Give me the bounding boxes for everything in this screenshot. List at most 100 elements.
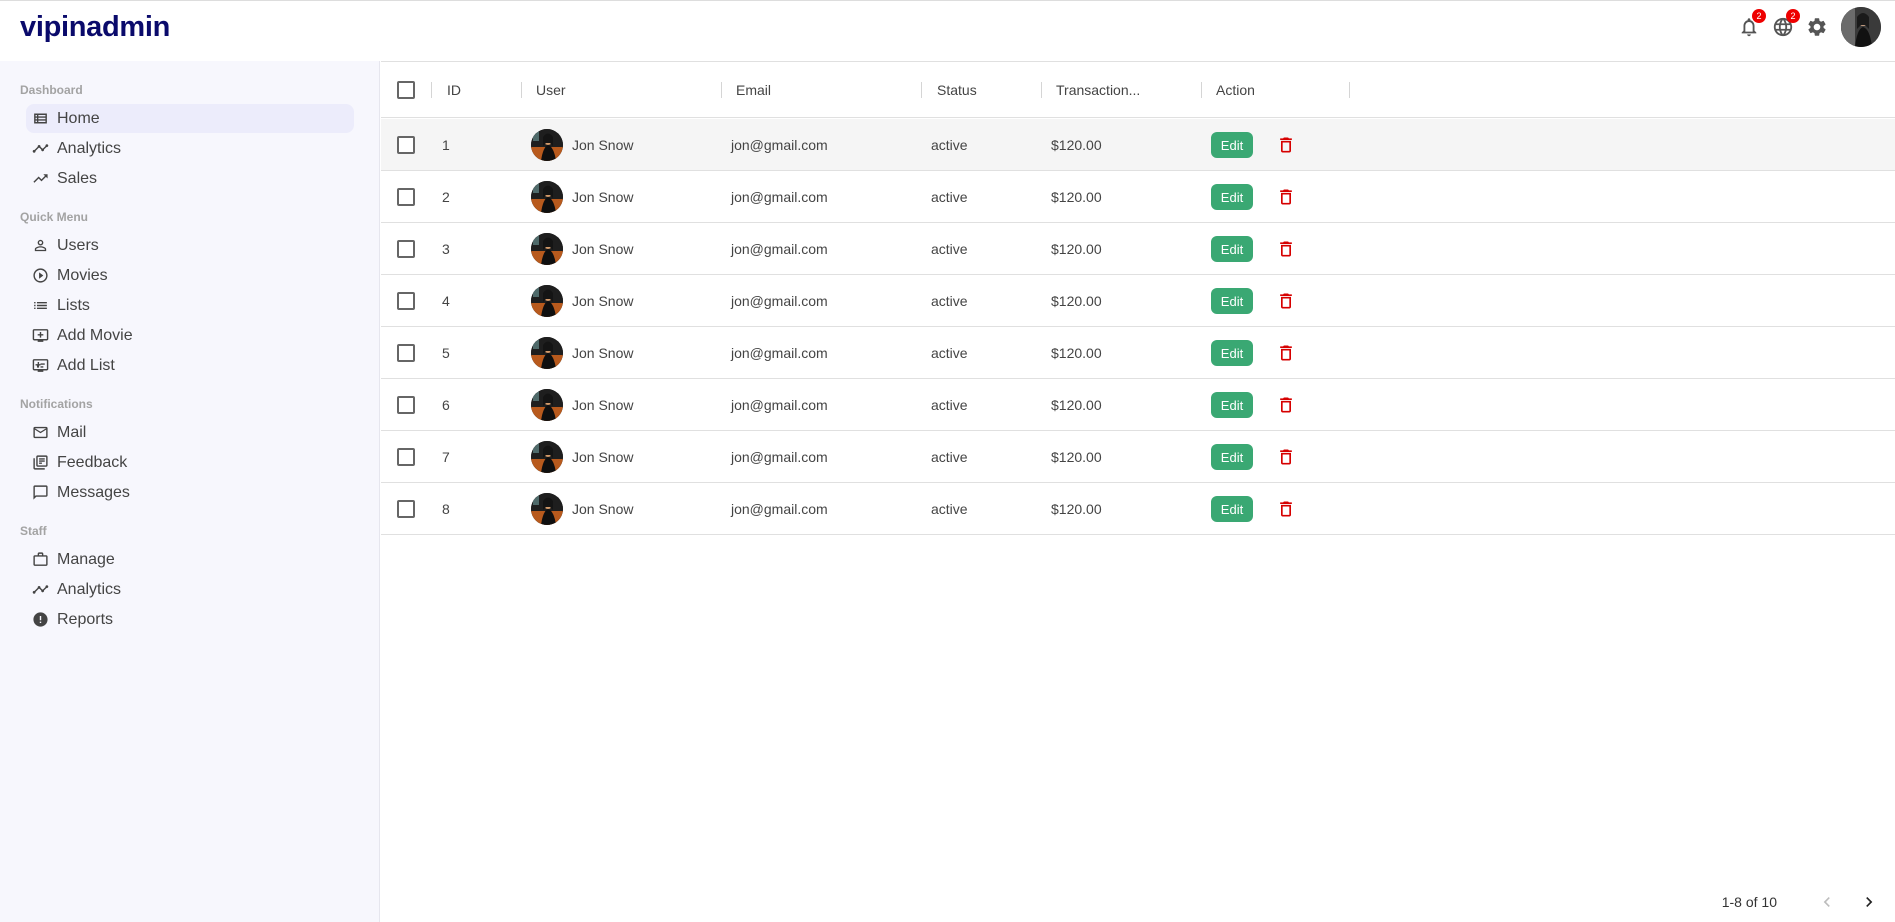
sidebar-item-label: Lists [57, 296, 90, 314]
sidebar-item-manage[interactable]: Manage [26, 545, 354, 574]
trash-icon[interactable] [1276, 134, 1296, 156]
sidebar-item-reports[interactable]: Reports [26, 605, 354, 634]
app-logo[interactable]: vipinadmin [20, 11, 170, 44]
cell-user: Jon Snow [531, 379, 633, 431]
sidebar-item-add-movie[interactable]: Add Movie [26, 321, 354, 350]
notifications-badge: 2 [1752, 9, 1766, 23]
cell-action: Edit [1211, 483, 1296, 535]
user-name: Jon Snow [572, 345, 634, 361]
column-separator[interactable] [521, 82, 522, 98]
cell-status: active [931, 345, 968, 361]
row-checkbox-cell [397, 119, 415, 171]
table-row[interactable]: 1 Jon Snow jon@gmail.com active $120.00 Edit [381, 119, 1895, 171]
edit-button[interactable]: Edit [1211, 184, 1253, 210]
sidebar-item-label: Manage [57, 550, 115, 568]
trash-icon[interactable] [1276, 238, 1296, 260]
cell-action: Edit [1211, 171, 1296, 223]
row-checkbox[interactable] [397, 396, 415, 414]
column-header-user[interactable]: User [536, 62, 566, 118]
user-avatar [531, 181, 563, 213]
column-header-transaction[interactable]: Transaction... [1056, 62, 1140, 118]
previous-page-button[interactable] [1815, 890, 1839, 914]
sidebar-item-label: Reports [57, 610, 114, 628]
column-header-action[interactable]: Action [1216, 62, 1255, 118]
column-separator[interactable] [1201, 82, 1202, 98]
row-checkbox[interactable] [397, 292, 415, 310]
select-all-checkbox[interactable] [397, 81, 415, 99]
row-checkbox[interactable] [397, 240, 415, 258]
row-checkbox[interactable] [397, 188, 415, 206]
cell-action: Edit [1211, 327, 1296, 379]
table-row[interactable]: 5 Jon Snow jon@gmail.com active $120.00 Edit [381, 327, 1895, 379]
sidebar-item-sales[interactable]: Sales [26, 164, 354, 193]
table-row[interactable]: 2 Jon Snow jon@gmail.com active $120.00 Edit [381, 171, 1895, 223]
sidebar-item-label: Mail [57, 423, 87, 441]
column-separator[interactable] [721, 82, 722, 98]
notifications-button[interactable]: 2 [1737, 9, 1766, 39]
column-header-id[interactable]: ID [447, 62, 461, 118]
list-icon [34, 301, 47, 310]
edit-button[interactable]: Edit [1211, 496, 1253, 522]
sidebar-item-label: Home [57, 109, 100, 127]
column-separator[interactable] [1041, 82, 1042, 98]
table-row[interactable]: 3 Jon Snow jon@gmail.com active $120.00 Edit [381, 223, 1895, 275]
row-checkbox[interactable] [397, 136, 415, 154]
next-page-button[interactable] [1857, 890, 1881, 914]
table-row[interactable]: 4 Jon Snow jon@gmail.com active $120.00 Edit [381, 275, 1895, 327]
trash-icon[interactable] [1276, 186, 1296, 208]
edit-button[interactable]: Edit [1211, 392, 1253, 418]
language-button[interactable]: 2 [1771, 9, 1800, 39]
sidebar-item-label: Add Movie [57, 326, 133, 344]
cell-status: active [931, 189, 968, 205]
cell-email: jon@gmail.com [731, 137, 828, 153]
edit-button[interactable]: Edit [1211, 236, 1253, 262]
table-row[interactable]: 8 Jon Snow jon@gmail.com active $120.00 Edit [381, 483, 1895, 535]
sidebar-section-staff: Staff [20, 524, 47, 538]
column-separator[interactable] [921, 82, 922, 98]
table-row[interactable]: 6 Jon Snow jon@gmail.com active $120.00 Edit [381, 379, 1895, 431]
trash-icon[interactable] [1276, 394, 1296, 416]
sidebar-item-messages[interactable]: Messages [26, 478, 354, 507]
data-grid: ID User Email Status Transaction... Acti… [381, 61, 1895, 922]
column-header-email[interactable]: Email [736, 62, 771, 118]
sidebar-item-add-list[interactable]: Add List [26, 351, 354, 380]
row-checkbox[interactable] [397, 448, 415, 466]
user-avatar [531, 285, 563, 317]
sidebar-item-analytics[interactable]: Analytics [26, 134, 354, 163]
edit-button[interactable]: Edit [1211, 132, 1253, 158]
edit-button[interactable]: Edit [1211, 288, 1253, 314]
cell-user: Jon Snow [531, 223, 633, 275]
user-avatar [531, 441, 563, 473]
cell-id: 5 [442, 345, 450, 361]
trash-icon[interactable] [1276, 290, 1296, 312]
settings-button[interactable] [1805, 15, 1829, 39]
edit-button[interactable]: Edit [1211, 444, 1253, 470]
table-header: ID User Email Status Transaction... Acti… [381, 62, 1895, 118]
sidebar-item-movies[interactable]: Movies [26, 261, 354, 290]
sidebar-item-home[interactable]: Home [26, 104, 354, 133]
edit-button[interactable]: Edit [1211, 340, 1253, 366]
cell-action: Edit [1211, 379, 1296, 431]
column-header-status[interactable]: Status [937, 62, 977, 118]
home-grid-icon [34, 113, 47, 124]
cell-transaction: $120.00 [1051, 137, 1102, 153]
row-checkbox[interactable] [397, 500, 415, 518]
trash-icon[interactable] [1276, 498, 1296, 520]
cell-transaction: $120.00 [1051, 241, 1102, 257]
column-separator[interactable] [1349, 82, 1350, 98]
table-row[interactable]: 7 Jon Snow jon@gmail.com active $120.00 Edit [381, 431, 1895, 483]
sidebar-item-mail[interactable]: Mail [26, 418, 354, 447]
sidebar-section-dashboard: Dashboard [20, 83, 83, 97]
sidebar-item-label: Analytics [57, 580, 122, 598]
user-avatar [531, 233, 563, 265]
column-separator[interactable] [431, 82, 432, 98]
trash-icon[interactable] [1276, 446, 1296, 468]
sidebar-item-staff-analytics[interactable]: Analytics [26, 575, 354, 604]
sidebar-item-feedback[interactable]: Feedback [26, 448, 354, 477]
row-checkbox[interactable] [397, 344, 415, 362]
avatar[interactable] [1841, 7, 1881, 47]
sidebar-item-users[interactable]: Users [26, 231, 354, 260]
cell-id: 6 [442, 397, 450, 413]
trash-icon[interactable] [1276, 342, 1296, 364]
sidebar-item-lists[interactable]: Lists [26, 291, 354, 320]
